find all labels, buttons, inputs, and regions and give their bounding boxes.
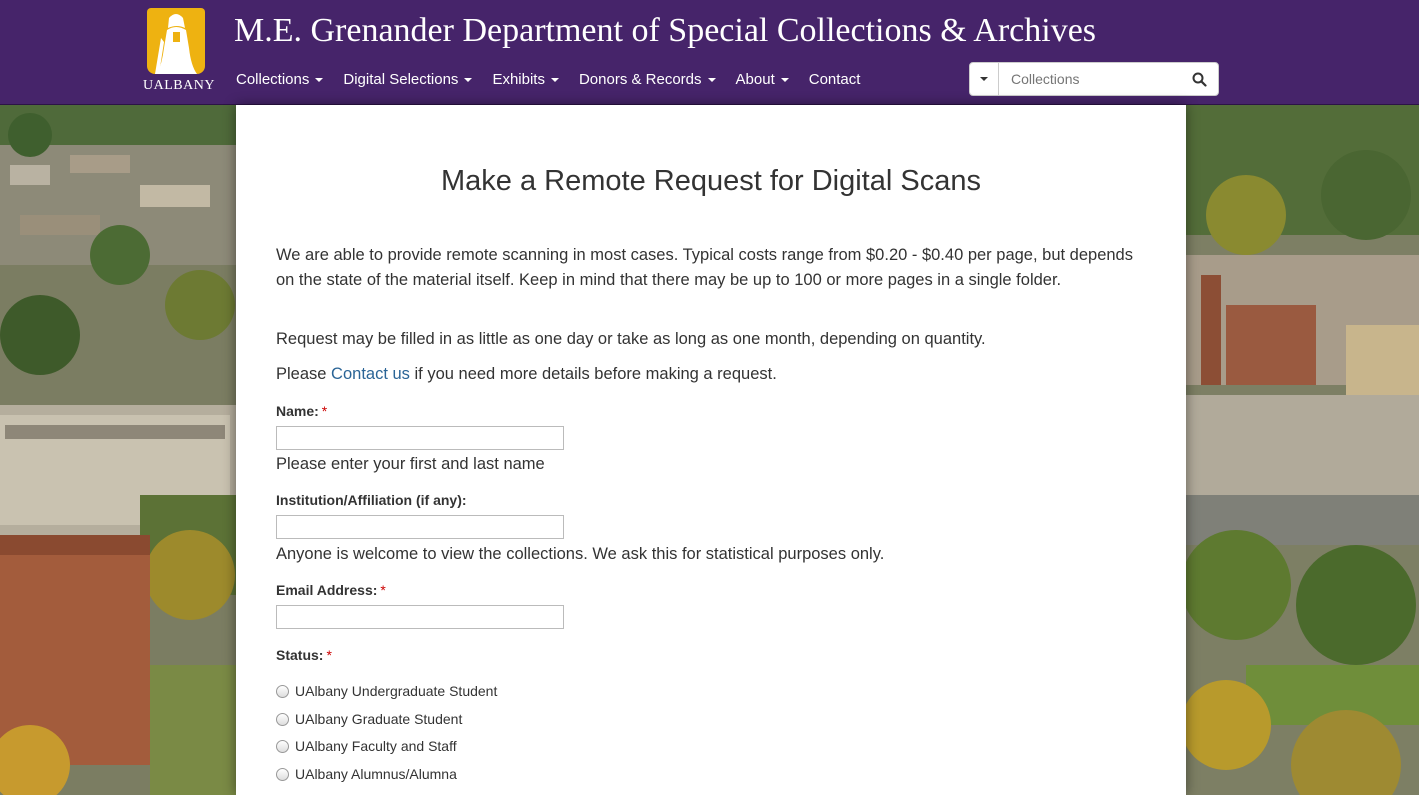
nav-digital-selections[interactable]: Digital Selections bbox=[333, 66, 482, 94]
intro-paragraph: We are able to provide remote scanning i… bbox=[276, 246, 1133, 289]
nav-collections[interactable]: Collections bbox=[226, 66, 333, 94]
search-input[interactable] bbox=[999, 63, 1180, 95]
radio-button[interactable] bbox=[276, 684, 289, 698]
background-aerial-photo-right bbox=[1186, 105, 1419, 795]
nav-exhibits[interactable]: Exhibits bbox=[482, 66, 569, 94]
status-label: Status: * bbox=[276, 647, 332, 663]
email-label: Email Address: * bbox=[276, 582, 386, 598]
page-title: Make a Remote Request for Digital Scans bbox=[441, 165, 981, 197]
ualbany-logo[interactable]: UALBANY bbox=[143, 8, 215, 96]
nav-contact[interactable]: Contact bbox=[799, 66, 871, 94]
email-field[interactable] bbox=[276, 605, 564, 629]
timing-paragraph: Request may be filled in as little as on… bbox=[276, 330, 986, 348]
required-marker: * bbox=[326, 647, 332, 663]
nav-label: Exhibits bbox=[492, 71, 545, 88]
nav-label: About bbox=[735, 71, 775, 88]
radio-button[interactable] bbox=[276, 739, 289, 753]
institution-label: Institution/Affiliation (if any): bbox=[276, 492, 467, 508]
status-option-graduate[interactable]: UAlbany Graduate Student bbox=[276, 711, 462, 727]
minerva-logo-icon bbox=[147, 8, 205, 74]
nav-about[interactable]: About bbox=[726, 66, 799, 94]
contact-paragraph: Please Contact us if you need more detai… bbox=[276, 362, 1146, 387]
logo-wordmark: UALBANY bbox=[143, 78, 215, 93]
caret-down-icon bbox=[464, 78, 473, 82]
search-bar bbox=[969, 62, 1219, 96]
name-label-text: Name: bbox=[276, 403, 319, 419]
institution-field[interactable] bbox=[276, 515, 564, 539]
main-nav: Collections Digital Selections Exhibits … bbox=[226, 66, 870, 94]
name-label: Name: * bbox=[276, 403, 327, 419]
email-label-text: Email Address: bbox=[276, 582, 378, 598]
search-scope-dropdown[interactable] bbox=[970, 63, 999, 95]
status-option-label: UAlbany Alumnus/Alumna bbox=[295, 766, 457, 782]
institution-help-text: Anyone is welcome to view the collection… bbox=[276, 545, 885, 563]
contact-us-link[interactable]: Contact us bbox=[331, 365, 410, 383]
status-option-faculty-staff[interactable]: UAlbany Faculty and Staff bbox=[276, 738, 457, 754]
site-title[interactable]: M.E. Grenander Department of Special Col… bbox=[234, 12, 1096, 50]
status-option-label: UAlbany Graduate Student bbox=[295, 711, 463, 727]
caret-down-icon bbox=[550, 78, 559, 82]
required-marker: * bbox=[380, 582, 386, 598]
nav-label: Digital Selections bbox=[343, 71, 459, 88]
caret-down-icon bbox=[315, 78, 324, 82]
name-field[interactable] bbox=[276, 426, 564, 450]
background-aerial-photo-left bbox=[0, 105, 236, 795]
caret-down-icon bbox=[980, 77, 988, 81]
nav-donors-records[interactable]: Donors & Records bbox=[569, 66, 726, 94]
search-button[interactable] bbox=[1180, 63, 1218, 95]
status-option-label: UAlbany Undergraduate Student bbox=[295, 683, 498, 699]
caret-down-icon bbox=[707, 78, 716, 82]
nav-label: Contact bbox=[808, 71, 861, 88]
status-label-text: Status: bbox=[276, 647, 324, 663]
radio-button[interactable] bbox=[276, 712, 289, 726]
name-help-text: Please enter your first and last name bbox=[276, 455, 545, 473]
main-content: Make a Remote Request for Digital Scans … bbox=[236, 105, 1186, 795]
nav-label: Donors & Records bbox=[578, 71, 702, 88]
status-option-alumni[interactable]: UAlbany Alumnus/Alumna bbox=[276, 766, 457, 782]
status-option-undergraduate[interactable]: UAlbany Undergraduate Student bbox=[276, 683, 497, 699]
contact-prefix: Please bbox=[276, 365, 332, 383]
site-header: UALBANY M.E. Grenander Department of Spe… bbox=[0, 0, 1419, 105]
required-marker: * bbox=[321, 403, 328, 419]
status-option-label: UAlbany Faculty and Staff bbox=[295, 738, 457, 754]
caret-down-icon bbox=[780, 78, 789, 82]
contact-suffix: if you need more details before making a… bbox=[409, 365, 777, 383]
search-icon bbox=[1192, 72, 1207, 87]
radio-button[interactable] bbox=[276, 767, 289, 781]
nav-label: Collections bbox=[236, 71, 310, 88]
